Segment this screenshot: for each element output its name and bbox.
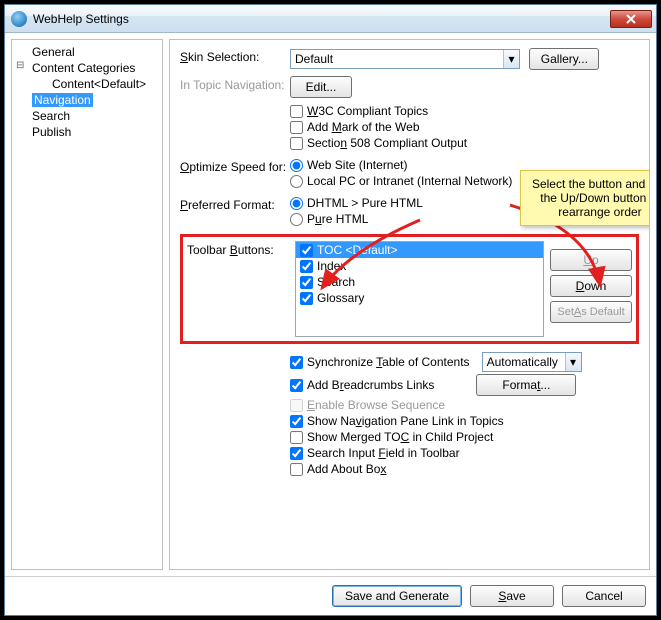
format-dhtml-label: DHTML > Pure HTML (307, 196, 423, 210)
app-icon (11, 11, 27, 27)
toc-checkbox[interactable] (300, 244, 313, 257)
list-item[interactable]: Search (296, 274, 543, 290)
window-title: WebHelp Settings (33, 12, 610, 26)
skin-selection-label: Skin Selection: (180, 48, 290, 64)
w3c-compliant-checkbox[interactable] (290, 105, 303, 118)
tree-item-navigation[interactable]: Navigation (14, 92, 160, 108)
titlebar: WebHelp Settings (5, 5, 656, 33)
browse-sequence-label: Enable Browse Sequence (307, 398, 445, 412)
set-as-default-button[interactable]: Set As Default (550, 301, 632, 323)
dialog-body: General Content Categories Content<Defau… (5, 33, 656, 576)
optimize-web-label: Web Site (Internet) (307, 158, 408, 172)
optimize-speed-label: Optimize Speed for: (180, 158, 290, 174)
chevron-down-icon: ▾ (565, 353, 581, 371)
preferred-format-label: Preferred Format: (180, 196, 290, 212)
search-input-toolbar-checkbox[interactable] (290, 447, 303, 460)
webhelp-settings-window: WebHelp Settings General Content Categor… (4, 4, 657, 616)
toolbar-buttons-listbox[interactable]: TOC <Default> Index Search Glossary (295, 241, 544, 337)
w3c-compliant-label: W3C Compliant Topics (307, 104, 428, 118)
gallery-button[interactable]: Gallery... (529, 48, 599, 70)
breadcrumbs-checkbox[interactable] (290, 379, 303, 392)
cancel-button[interactable]: Cancel (562, 585, 646, 607)
sync-mode-dropdown[interactable]: Automatically ▾ (482, 352, 582, 372)
tree-item-search[interactable]: Search (14, 108, 160, 124)
nav-tree[interactable]: General Content Categories Content<Defau… (11, 39, 163, 570)
optimize-local-label: Local PC or Intranet (Internal Network) (307, 174, 512, 188)
format-pure-radio[interactable] (290, 213, 303, 226)
tree-item-general[interactable]: General (14, 44, 160, 60)
dialog-footer: Save and Generate Save Cancel (5, 576, 656, 615)
list-item[interactable]: Glossary (296, 290, 543, 306)
nav-pane-link-checkbox[interactable] (290, 415, 303, 428)
section-508-checkbox[interactable] (290, 137, 303, 150)
format-dhtml-radio[interactable] (290, 197, 303, 210)
breadcrumbs-label: Add Breadcrumbs Links (307, 378, 434, 392)
up-button[interactable]: Up (550, 249, 632, 271)
save-and-generate-button[interactable]: Save and Generate (332, 585, 462, 607)
settings-panel: Skin Selection: Default ▾ Gallery... In … (169, 39, 650, 570)
toolbar-buttons-label: Toolbar Buttons: (187, 241, 289, 257)
merged-toc-checkbox[interactable] (290, 431, 303, 444)
down-button[interactable]: Down (550, 275, 632, 297)
optimize-web-radio[interactable] (290, 159, 303, 172)
chevron-down-icon: ▾ (503, 50, 519, 68)
tree-item-content-default[interactable]: Content<Default> (14, 76, 160, 92)
merged-toc-label: Show Merged TOC in Child Project (307, 430, 493, 444)
search-input-toolbar-label: Search Input Field in Toolbar (307, 446, 460, 460)
nav-pane-link-label: Show Navigation Pane Link in Topics (307, 414, 504, 428)
sync-toc-checkbox[interactable] (290, 356, 303, 369)
sync-toc-label: Synchronize Table of Contents (307, 355, 470, 369)
glossary-checkbox[interactable] (300, 292, 313, 305)
format-pure-label: Pure HTML (307, 212, 368, 226)
index-checkbox[interactable] (300, 260, 313, 273)
in-topic-nav-label: In Topic Navigation: (180, 76, 290, 92)
close-button[interactable] (610, 10, 652, 28)
skin-selection-dropdown[interactable]: Default ▾ (290, 49, 520, 69)
browse-sequence-checkbox[interactable] (290, 399, 303, 412)
about-box-checkbox[interactable] (290, 463, 303, 476)
section-508-label: Section 508 Compliant Output (307, 136, 467, 150)
mark-of-web-checkbox[interactable] (290, 121, 303, 134)
tree-item-publish[interactable]: Publish (14, 124, 160, 140)
list-item[interactable]: Index (296, 258, 543, 274)
mark-of-web-label: Add Mark of the Web (307, 120, 420, 134)
format-button[interactable]: Format... (476, 374, 576, 396)
tree-item-content-categories[interactable]: Content Categories (14, 60, 160, 76)
toolbar-buttons-highlight: Toolbar Buttons: TOC <Default> Index Sea… (180, 234, 639, 344)
search-checkbox[interactable] (300, 276, 313, 289)
optimize-local-radio[interactable] (290, 175, 303, 188)
save-button[interactable]: Save (470, 585, 554, 607)
edit-button[interactable]: Edit... (290, 76, 352, 98)
list-item[interactable]: TOC <Default> (296, 242, 543, 258)
about-box-label: Add About Box (307, 462, 386, 476)
instruction-callout: Select the button and use the Up/Down bu… (520, 170, 650, 226)
